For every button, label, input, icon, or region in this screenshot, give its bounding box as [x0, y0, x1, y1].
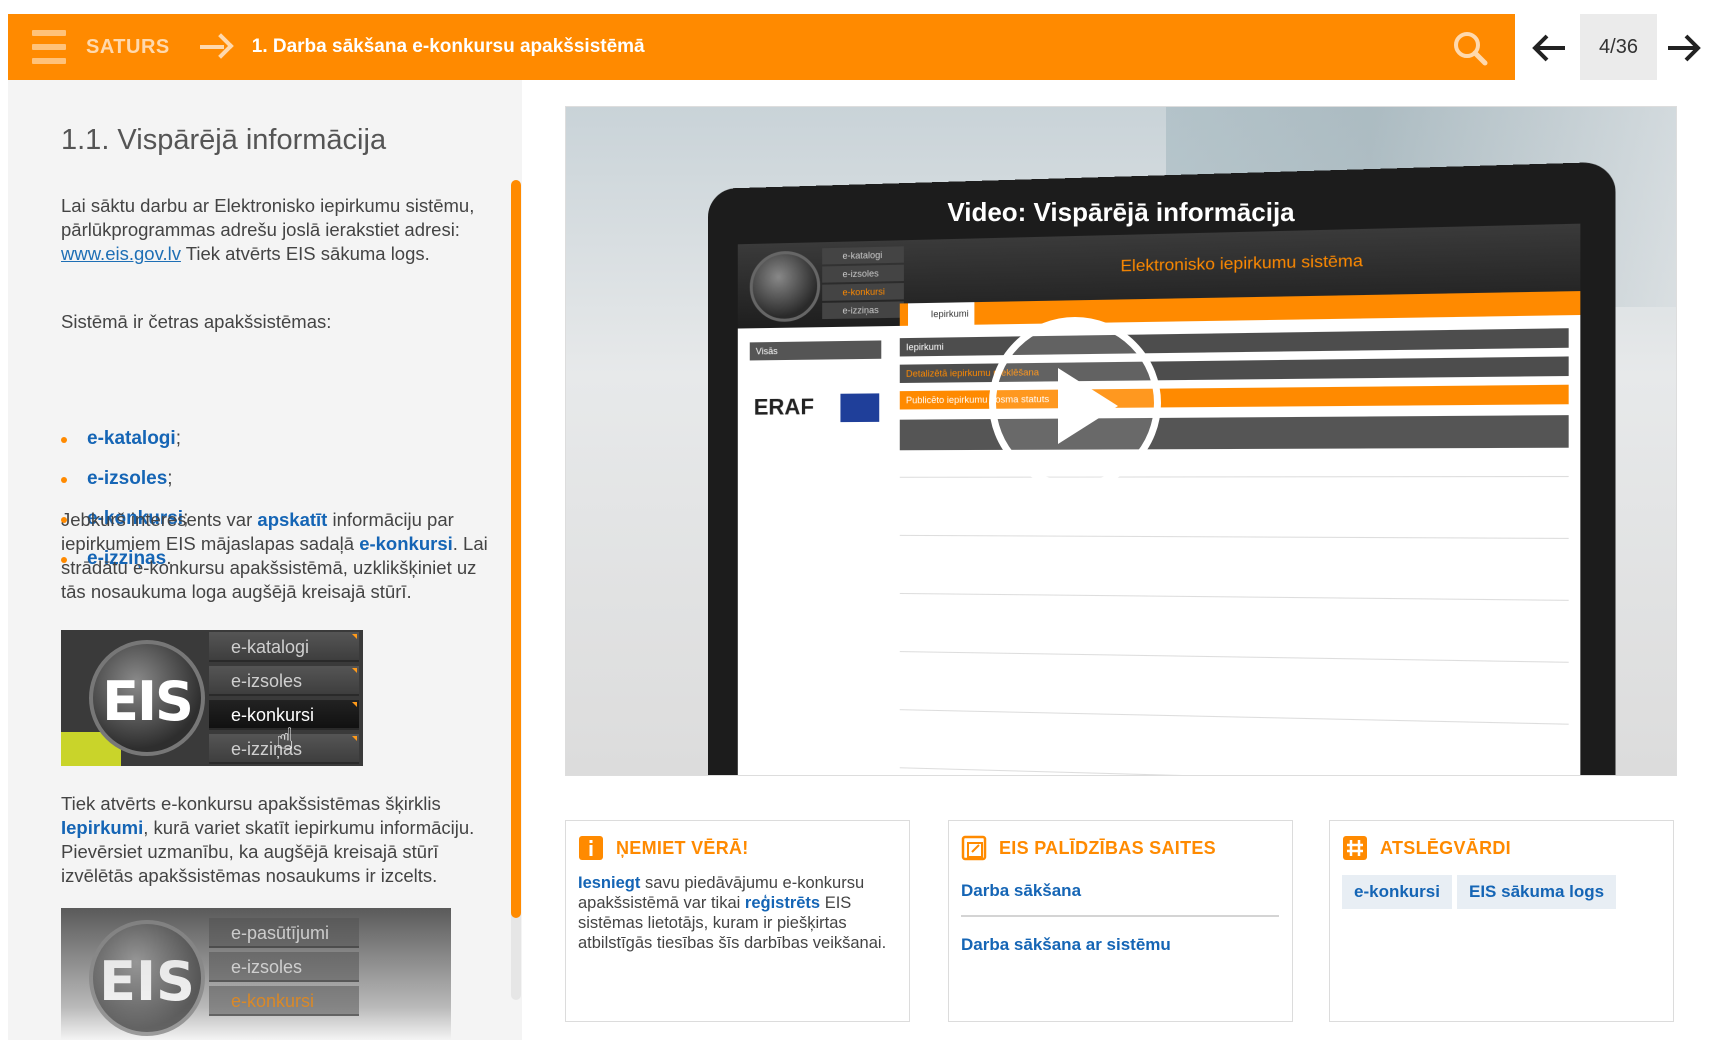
highlight-registered: reģistrēts [744, 894, 821, 912]
menu-item-e-izsoles: e-izsoles [209, 666, 359, 696]
subsystem-link[interactable]: e-izsoles [87, 468, 167, 489]
intro-text-end: Tiek atvērts EIS sākuma logs. [180, 243, 430, 264]
screen-site-title: Elektronisko iepirkumu sistēma [1120, 252, 1363, 276]
screen-menu-item: e-izziņas [822, 301, 904, 320]
hamburger-menu-icon[interactable] [32, 30, 66, 64]
list-item[interactable]: e-izsoles; [61, 468, 188, 508]
eis-logo-text: EIS [99, 950, 195, 1013]
screen-menu-item: e-konkursi [822, 283, 904, 301]
scrollbar-track[interactable] [511, 180, 521, 1000]
paragraph-tab: Tiek atvērts e-konkursu apakšsistēmas šķ… [61, 792, 501, 888]
screen-menu-item: e-izsoles [822, 264, 904, 283]
chapter-title: 1. Darba sākšana e-konkursu apakšsistēmā [251, 36, 645, 57]
contents-menu-label[interactable]: SATURS [86, 36, 170, 59]
keyword-tag[interactable]: e-konkursi [1342, 875, 1452, 909]
eraf-logo: ERAF [753, 393, 814, 420]
content-panel: 1.1. Vispārējā informācija Lai sāktu dar… [8, 80, 522, 1040]
help-links-box: EIS PALĪDZĪBAS SAITES Darba sākšana Darb… [948, 820, 1293, 1022]
help-box-title: EIS PALĪDZĪBAS SAITES [999, 837, 1216, 858]
breadcrumb-arrow-icon [199, 34, 230, 60]
list-item-suffix: ; [167, 468, 173, 489]
menu-item-e-izsoles: e-izsoles [209, 952, 359, 982]
eis-menu-screenshot-faded: EIS e-pasūtījumi e-izsoles e-konkursi [61, 908, 451, 1040]
menu-item-e-konkursi: e-konkursi [209, 986, 359, 1016]
highlight-submit: Iesniegt [578, 874, 641, 892]
hand-cursor-icon: ☝ [276, 723, 295, 756]
keywords-box-title: ATSLĒGVĀRDI [1380, 837, 1511, 858]
page-counter: 4/36 [1580, 14, 1657, 80]
play-button-icon[interactable] [989, 317, 1161, 489]
note-box-text: Iesniegt savu piedāvājumu e-konkursu apa… [578, 873, 898, 953]
help-link-system-start[interactable]: Darba sākšana ar sistēmu [961, 935, 1171, 955]
eis-menu-screenshot: EIS e-katalogi e-izsoles e-konkursi e-iz… [61, 630, 363, 766]
screen-bar: Iepirkumi [899, 328, 1569, 357]
screen-search-box: Visās [749, 340, 882, 361]
keywords-box: ATSLĒGVĀRDI e-konkursi EIS sākuma logs [1329, 820, 1674, 1022]
intro-paragraph: Lai sāktu darbu ar Elektronisko iepirkum… [61, 194, 501, 266]
highlight-iepirkumi: Iepirkumi [61, 817, 144, 838]
note-box-header: ŅEMIET VĒRĀ! [578, 835, 749, 861]
help-box-header: EIS PALĪDZĪBAS SAITES [961, 835, 1216, 861]
eis-logo: EIS [89, 640, 205, 756]
laptop-screen: e-katalogi e-izsoles e-konkursi e-izziņa… [737, 223, 1581, 775]
eu-flag-icon [840, 393, 880, 423]
paragraph-text: Jebkurš interesents var [61, 509, 258, 530]
eis-logo-text: EIS [102, 670, 194, 733]
eis-url-link[interactable]: www.eis.gov.lv [61, 243, 181, 264]
external-link-icon [961, 835, 987, 861]
screen-tab-iepirkumi: Iepirkumi [908, 302, 975, 326]
paragraph-access: Jebkurš interesents var apskatīt informā… [61, 508, 501, 604]
next-page-arrow-icon[interactable] [1660, 22, 1710, 74]
list-item-suffix: ; [175, 428, 181, 449]
eis-logo [749, 250, 821, 323]
section-title: 1.1. Vispārējā informācija [61, 124, 387, 156]
keyword-tag[interactable]: EIS sākuma logs [1457, 875, 1617, 909]
scrollbar-thumb[interactable] [511, 180, 521, 918]
highlight-e-konkursi: e-konkursi [359, 533, 453, 554]
subsystems-intro: Sistēmā ir četras apakšsistēmas: [61, 311, 332, 332]
eis-logo: EIS [89, 920, 205, 1036]
intro-text: Lai sāktu darbu ar Elektronisko iepirkum… [61, 195, 475, 240]
page: SATURS 1. Darba sākšana e-konkursu apakš… [0, 0, 1711, 1040]
screen-table [899, 415, 1569, 775]
hashtag-icon [1343, 836, 1367, 860]
screen-menu-item: e-katalogi [822, 246, 904, 265]
menu-item-e-katalogi: e-katalogi [209, 632, 359, 662]
highlight-view: apskatīt [257, 509, 328, 530]
video-title: Video: Vispārējā informācija [947, 197, 1295, 227]
divider [961, 915, 1279, 917]
note-box-title: ŅEMIET VĒRĀ! [616, 837, 749, 858]
keywords-box-header: ATSLĒGVĀRDI [1342, 835, 1511, 861]
previous-page-arrow-icon[interactable] [1525, 22, 1575, 74]
video-player[interactable]: Video: Vispārējā informācija e-katalogi … [565, 106, 1677, 776]
menu-item-e-pasutijumi: e-pasūtījumi [209, 918, 359, 948]
info-icon [579, 836, 603, 860]
help-link-getting-started[interactable]: Darba sākšana [961, 881, 1081, 901]
laptop-frame: e-katalogi e-izsoles e-konkursi e-izziņa… [708, 161, 1616, 775]
note-box: ŅEMIET VĒRĀ! Iesniegt savu piedāvājumu e… [565, 820, 910, 1022]
list-item[interactable]: e-katalogi; [61, 428, 188, 468]
subsystem-link[interactable]: e-katalogi [87, 428, 176, 449]
paragraph-text: Tiek atvērts e-konkursu apakšsistēmas šķ… [61, 793, 441, 814]
search-icon[interactable] [1451, 29, 1489, 67]
top-bar: SATURS 1. Darba sākšana e-konkursu apakš… [8, 14, 1515, 80]
